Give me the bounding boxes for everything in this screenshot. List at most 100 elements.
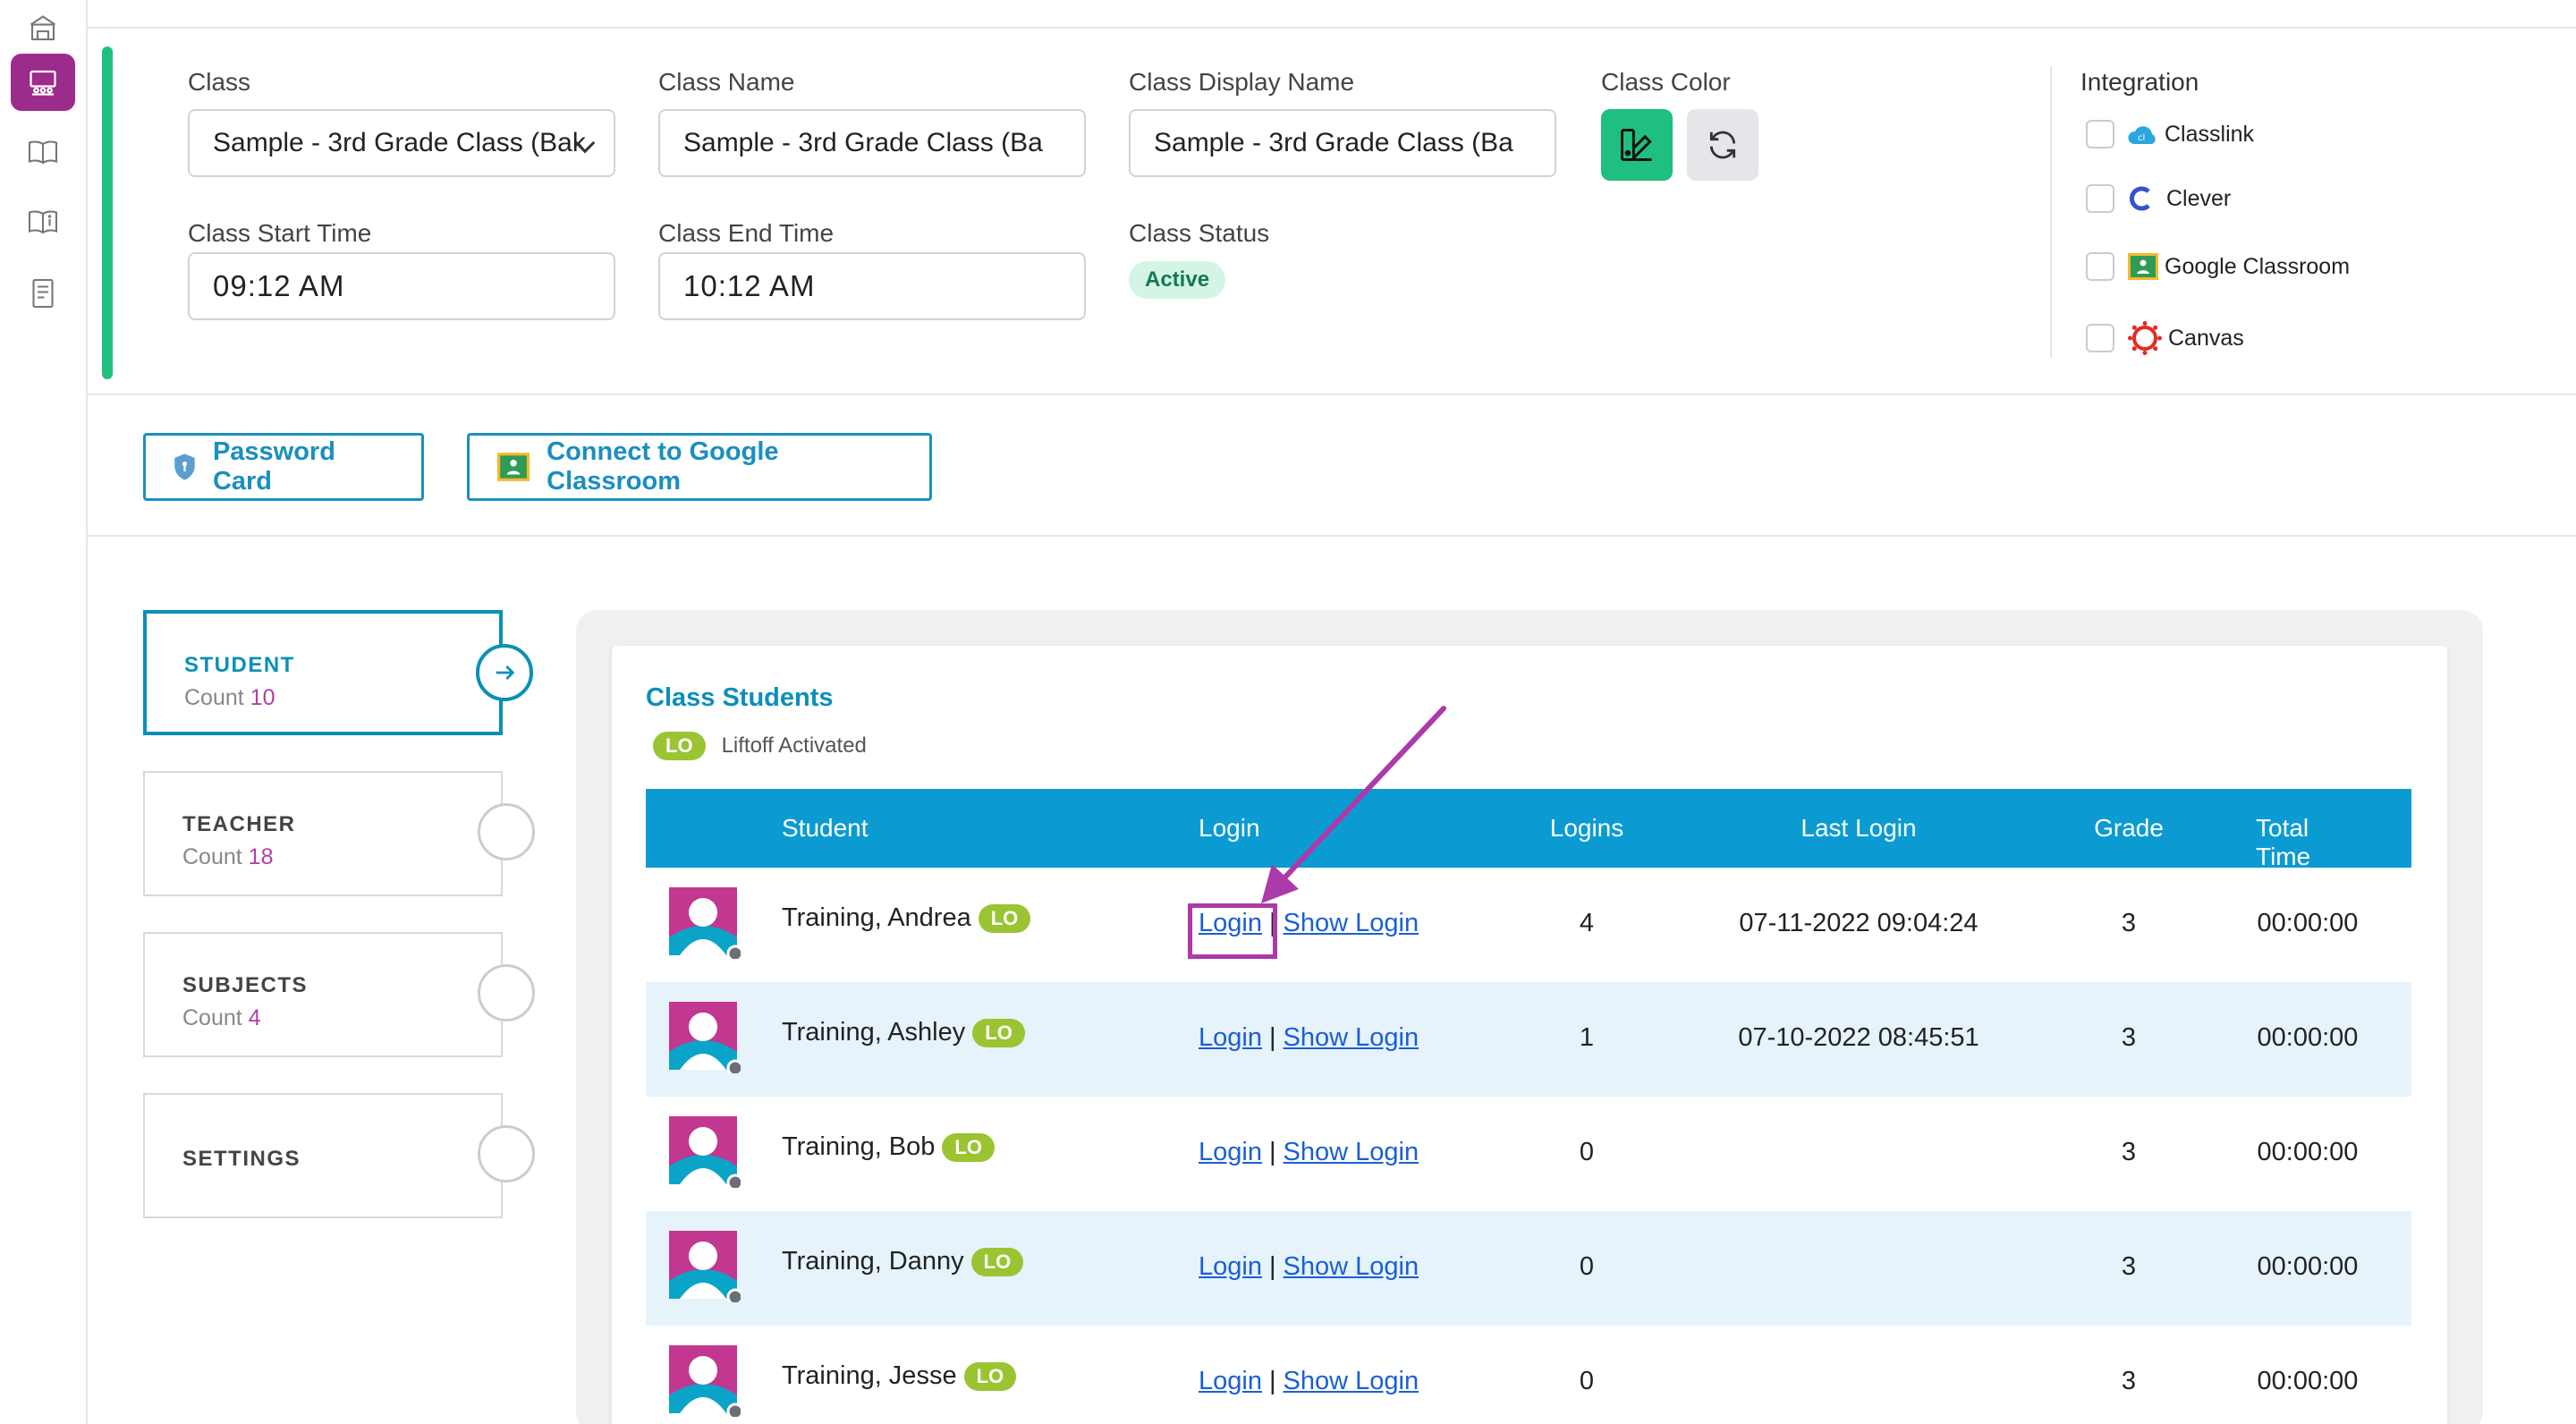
column-total-time: Total Time [2256,814,2311,870]
report-icon[interactable] [11,265,75,322]
integration-divider [2050,66,2052,358]
login-link[interactable]: Login [1199,1023,1262,1052]
student-name-cell: Training, Ashley LO [782,1018,1025,1047]
grade: 3 [2121,1367,2137,1395]
class-start-time-label: Class Start Time [188,219,372,247]
logins-count: 1 [1579,1023,1595,1052]
clever-icon [2130,186,2150,211]
grade: 3 [2121,1023,2137,1052]
class-status-label: Class Status [1129,219,1270,247]
student-name-cell: Training, Bob LO [782,1132,995,1162]
tab-teacher-title: TEACHER [182,812,296,836]
tab-student-count: Count 10 [184,685,275,710]
lo-legend-label: Liftoff Activated [721,733,867,758]
integration-classlink[interactable]: cl Classlink [2086,116,2254,152]
google-classroom-icon [497,453,530,481]
class-end-time-label: Class End Time [658,219,835,247]
class-start-time-value: 09:12 AM [213,269,345,302]
connect-google-classroom-label: Connect to Google Classroom [547,437,779,496]
grade: 3 [2121,1252,2137,1281]
canvas-checkbox[interactable] [2086,324,2114,352]
avatar [669,1345,741,1417]
student-name: Training, Bob [782,1132,936,1161]
integration-clever[interactable]: Clever [2086,181,2231,216]
student-name: Training, Ashley [782,1018,966,1047]
class-name-value: Sample - 3rd Grade Class (Ba [683,128,1043,157]
book-icon[interactable] [11,123,75,181]
class-name-input[interactable]: Sample - 3rd Grade Class (Ba [658,109,1086,177]
top-border [88,27,2576,29]
class-select-value: Sample - 3rd Grade Class (Bak [213,128,586,157]
total-time: 00:00:00 [2257,1023,2359,1052]
tab-student-title: STUDENT [184,653,295,677]
column-logins: Logins [1549,814,1624,842]
password-card-label: Password Card [212,437,335,496]
tab-teacher[interactable]: TEACHER Count 18 [143,771,535,896]
class-end-time-value: 10:12 AM [683,269,816,302]
color-picker-button[interactable] [1601,109,1673,181]
lo-badge: LO [942,1132,995,1162]
table-row: Training, Danny LO Login | Show Login 0 3 … [646,1211,2411,1326]
show-login-link[interactable]: Show Login [1284,1367,1419,1395]
reset-color-button[interactable] [1687,109,1758,181]
table-row: Training, Andrea LO Login | Show Login 4 0… [646,868,2411,982]
open-book-info-icon[interactable] [11,193,75,250]
login-link[interactable]: Login [1199,1252,1262,1281]
integration-google-classroom[interactable]: Google Classroom [2086,249,2350,284]
table-row: Training, Ashley LO Login | Show Login 1 0… [646,982,2411,1097]
clever-checkbox[interactable] [2086,184,2114,213]
table-row: Training, Bob LO Login | Show Login 0 3 00… [646,1097,2411,1211]
show-login-link[interactable]: Show Login [1284,1023,1419,1052]
section-divider [88,535,2576,537]
class-end-time-input[interactable]: 10:12 AM [658,252,1086,320]
tab-settings-indicator [478,1125,535,1182]
student-name-cell: Training, Jesse LO [782,1361,1017,1391]
class-display-name-input[interactable]: Sample - 3rd Grade Class (Ba [1129,109,1556,177]
total-time: 00:00:00 [2257,1252,2359,1281]
integration-canvas[interactable]: Canvas [2086,320,2244,356]
color-swatch-icon [1621,129,1652,161]
classroom-icon[interactable] [11,54,75,111]
login-separator: | [1268,1023,1276,1052]
refresh-icon [1709,131,1736,159]
clever-label: Clever [2166,185,2232,211]
login-cell: Login | Show Login [1199,1252,1419,1282]
login-separator: | [1268,1138,1276,1166]
show-login-link[interactable]: Show Login [1284,909,1419,937]
avatar [669,1116,741,1188]
school-icon[interactable] [11,0,75,57]
google-classroom-checkbox[interactable] [2086,252,2114,281]
tab-teacher-indicator [478,803,535,860]
student-name: Training, Jesse [782,1361,957,1390]
class-display-name-value: Sample - 3rd Grade Class (Ba [1154,128,1513,157]
classlink-icon: cl [2128,126,2156,144]
tab-settings-title: SETTINGS [182,1147,301,1171]
column-login: Login [1199,814,1260,842]
lo-badge: LO [970,1247,1024,1276]
logins-count: 0 [1579,1138,1595,1166]
student-name: Training, Danny [782,1247,964,1276]
login-link[interactable]: Login [1199,1367,1262,1395]
section-divider [88,394,2576,395]
login-cell: Login | Show Login [1199,1023,1419,1053]
show-login-link[interactable]: Show Login [1284,1138,1419,1166]
logins-count: 4 [1579,909,1595,937]
login-cell: Login | Show Login [1199,1367,1419,1396]
tab-student[interactable]: STUDENT Count 10 [143,610,533,735]
class-select[interactable]: Sample - 3rd Grade Class (Bak [188,109,615,177]
arrow-right-icon [496,665,515,680]
google-classroom-label: Google Classroom [2165,253,2351,279]
last-login: 07-10-2022 08:45:51 [1738,1023,1979,1052]
students-table-header: Student Login Logins Last Login Grade To… [646,789,2411,870]
password-card-button[interactable]: Password Card [143,433,424,501]
classlink-checkbox[interactable] [2086,120,2114,148]
class-color-label: Class Color [1601,68,1731,96]
tab-subjects[interactable]: SUBJECTS Count 4 [143,932,535,1057]
tab-settings[interactable]: SETTINGS [143,1093,535,1218]
shield-icon [174,453,195,480]
avatar [669,1231,741,1302]
connect-google-classroom-button[interactable]: Connect to Google Classroom [467,433,932,501]
class-start-time-input[interactable]: 09:12 AM [188,252,615,320]
login-link[interactable]: Login [1199,1138,1262,1166]
show-login-link[interactable]: Show Login [1284,1252,1419,1281]
